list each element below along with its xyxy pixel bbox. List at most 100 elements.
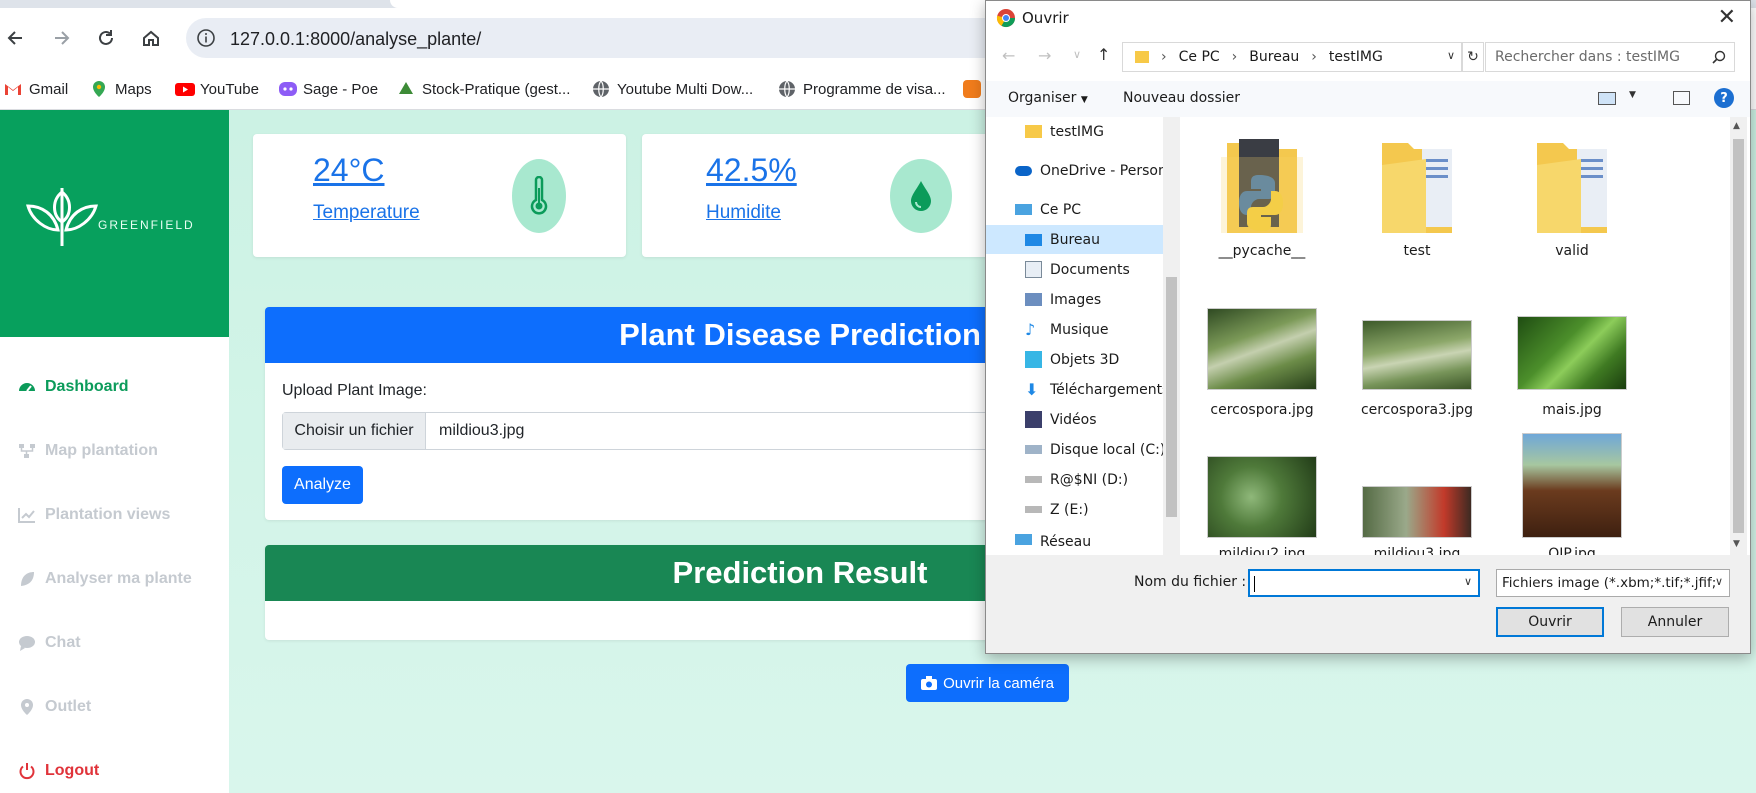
chevron-down-icon[interactable]: ∨ bbox=[1464, 575, 1472, 588]
result-title-text: Prediction Result bbox=[672, 555, 928, 590]
search-placeholder: Rechercher dans : testIMG bbox=[1495, 49, 1680, 65]
bookmark-poe[interactable]: Sage - Poe bbox=[278, 78, 378, 100]
chevron-down-icon[interactable]: ∨ bbox=[1714, 575, 1723, 588]
dialog-search-input[interactable]: Rechercher dans : testIMG bbox=[1485, 42, 1735, 72]
filename-input[interactable]: ∨ bbox=[1248, 569, 1480, 597]
text-cursor bbox=[1254, 576, 1255, 592]
reload-icon[interactable] bbox=[90, 22, 122, 54]
breadcrumb-item[interactable]: Bureau bbox=[1249, 49, 1299, 65]
prediction-title: Plant Disease Prediction bbox=[265, 307, 1015, 363]
back-arrow-icon[interactable]: ← bbox=[1002, 46, 1015, 65]
tree-item-onedrive[interactable]: OneDrive - Person bbox=[986, 156, 1163, 185]
tree-item-label: Musique bbox=[1050, 321, 1109, 338]
tree-item-ce-pc[interactable]: Ce PC bbox=[986, 195, 1163, 224]
home-icon[interactable] bbox=[135, 22, 167, 54]
open-camera-button[interactable]: Ouvrir la caméra bbox=[906, 664, 1069, 702]
temperature-value[interactable]: 24°C bbox=[313, 152, 385, 189]
bookmark-gmail[interactable]: Gmail bbox=[4, 78, 68, 100]
tree-item-reseau[interactable]: Réseau bbox=[986, 534, 1163, 555]
close-icon[interactable]: ✕ bbox=[1718, 5, 1736, 30]
tree-item-objets-3d[interactable]: Objets 3D bbox=[986, 345, 1163, 374]
tree-scrollbar-thumb[interactable] bbox=[1166, 277, 1177, 517]
recent-dropdown-icon[interactable]: ∨ bbox=[1073, 48, 1081, 61]
sidebar-item-dashboard[interactable]: Dashboard bbox=[18, 378, 129, 396]
file-name: mais.jpg bbox=[1542, 402, 1602, 418]
tree-item-disque-e[interactable]: Z (E:) bbox=[986, 495, 1163, 524]
tree-item-telechargements[interactable]: ⬇ Téléchargements bbox=[986, 375, 1163, 404]
file-item-test[interactable]: test bbox=[1337, 135, 1497, 259]
active-tab[interactable] bbox=[390, 0, 1010, 8]
breadcrumb-item[interactable]: Ce PC bbox=[1179, 49, 1220, 65]
back-icon[interactable] bbox=[0, 22, 32, 54]
tree-item-testimg[interactable]: testIMG bbox=[986, 117, 1163, 146]
address-breadcrumb[interactable]: › Ce PC › Bureau › testIMG ∨ bbox=[1122, 42, 1462, 72]
tree-item-label: R@$NI (D:) bbox=[1050, 471, 1129, 488]
tree-item-bureau[interactable]: Bureau bbox=[986, 225, 1163, 254]
forward-arrow-icon[interactable]: → bbox=[1038, 46, 1051, 65]
bookmark-label: Maps bbox=[115, 80, 152, 98]
file-item-valid[interactable]: valid bbox=[1492, 135, 1652, 259]
file-item-pycache[interactable]: __pycache__ bbox=[1182, 135, 1342, 259]
file-type-select[interactable]: Fichiers image (*.xbm;*.tif;*.jfif;* ∨ bbox=[1496, 569, 1730, 597]
sidebar-item-outlet[interactable]: Outlet bbox=[18, 698, 91, 716]
view-options-icon[interactable] bbox=[1598, 92, 1616, 105]
file-item-oip[interactable]: OIP.jpg bbox=[1492, 433, 1652, 555]
sidebar-item-analyser[interactable]: Analyser ma plante bbox=[18, 570, 192, 588]
files-scrollbar-thumb[interactable] bbox=[1733, 139, 1744, 533]
preview-pane-icon[interactable] bbox=[1673, 91, 1690, 105]
tree-item-disque-c[interactable]: Disque local (C:) bbox=[986, 435, 1163, 464]
bookmark-extra[interactable] bbox=[963, 78, 981, 100]
sidebar-item-logout[interactable]: Logout bbox=[18, 762, 99, 780]
tree-scrollbar[interactable] bbox=[1163, 117, 1180, 555]
tree-item-videos[interactable]: Vidéos bbox=[986, 405, 1163, 434]
files-scrollbar[interactable]: ▲ ▼ bbox=[1730, 117, 1747, 555]
humidity-value[interactable]: 42.5% bbox=[706, 152, 797, 189]
bookmark-stock[interactable]: Stock-Pratique (gest... bbox=[397, 78, 570, 100]
file-item-mais[interactable]: mais.jpg bbox=[1492, 308, 1652, 418]
file-input[interactable]: Choisir un fichier mildiou3.jpg bbox=[282, 412, 1015, 450]
caret-down-icon[interactable]: ▼ bbox=[1629, 90, 1636, 100]
new-folder-button[interactable]: Nouveau dossier bbox=[1123, 90, 1240, 106]
globe-icon bbox=[592, 80, 610, 98]
sidebar-item-label: Chat bbox=[45, 634, 81, 651]
file-item-mildiou3[interactable]: mildiou3.jpg bbox=[1337, 456, 1497, 555]
forward-icon[interactable] bbox=[45, 22, 77, 54]
file-item-cercospora[interactable]: cercospora.jpg bbox=[1182, 308, 1342, 418]
objects3d-icon bbox=[1025, 351, 1042, 368]
bookmark-youtube[interactable]: YouTube bbox=[175, 78, 259, 100]
image-thumbnail bbox=[1362, 486, 1472, 538]
prediction-title-text: Plant Disease Prediction bbox=[619, 317, 981, 352]
humidity-label[interactable]: Humidite bbox=[706, 202, 781, 224]
leaf-icon bbox=[21, 572, 34, 586]
sidebar-item-label: Plantation views bbox=[45, 506, 171, 523]
bookmark-maps[interactable]: Maps bbox=[90, 78, 152, 100]
tree-item-documents[interactable]: Documents bbox=[986, 255, 1163, 284]
tree-item-musique[interactable]: ♪ Musique bbox=[986, 315, 1163, 344]
tree-item-images[interactable]: Images bbox=[986, 285, 1163, 314]
sidebar-item-plantation-views[interactable]: Plantation views bbox=[18, 506, 170, 524]
file-name: OIP.jpg bbox=[1548, 546, 1596, 555]
site-info-icon[interactable] bbox=[196, 28, 216, 48]
file-item-mildiou2[interactable]: mildiou2.jpg bbox=[1182, 456, 1342, 555]
bookmark-youtube-multi[interactable]: Youtube Multi Dow... bbox=[592, 78, 753, 100]
chevron-down-icon[interactable]: ∨ bbox=[1447, 49, 1455, 62]
sidebar-item-chat[interactable]: Chat bbox=[18, 634, 81, 652]
help-icon[interactable]: ? bbox=[1714, 88, 1734, 108]
open-button[interactable]: Ouvrir bbox=[1496, 607, 1604, 637]
tree-item-disque-d[interactable]: R@$NI (D:) bbox=[986, 465, 1163, 494]
tree-item-label: Documents bbox=[1050, 261, 1130, 278]
cancel-button[interactable]: Annuler bbox=[1621, 607, 1729, 637]
up-arrow-icon[interactable]: ↑ bbox=[1097, 45, 1110, 64]
refresh-icon[interactable]: ↻ bbox=[1462, 42, 1484, 72]
bookmark-programme[interactable]: Programme de visa... bbox=[778, 78, 946, 100]
analyze-button[interactable]: Analyze bbox=[282, 466, 363, 504]
organize-menu[interactable]: Organiser ▼ bbox=[1008, 90, 1088, 106]
scroll-up-icon[interactable]: ▲ bbox=[1733, 121, 1740, 131]
sidebar-item-map-plantation[interactable]: Map plantation bbox=[18, 442, 158, 460]
camera-button-label: Ouvrir la caméra bbox=[943, 674, 1054, 692]
choose-file-button[interactable]: Choisir un fichier bbox=[283, 413, 426, 449]
file-item-cercospora3[interactable]: cercospora3.jpg bbox=[1337, 308, 1497, 418]
scroll-down-icon[interactable]: ▼ bbox=[1733, 539, 1740, 549]
breadcrumb-item[interactable]: testIMG bbox=[1329, 49, 1383, 65]
temperature-label[interactable]: Temperature bbox=[313, 202, 420, 224]
